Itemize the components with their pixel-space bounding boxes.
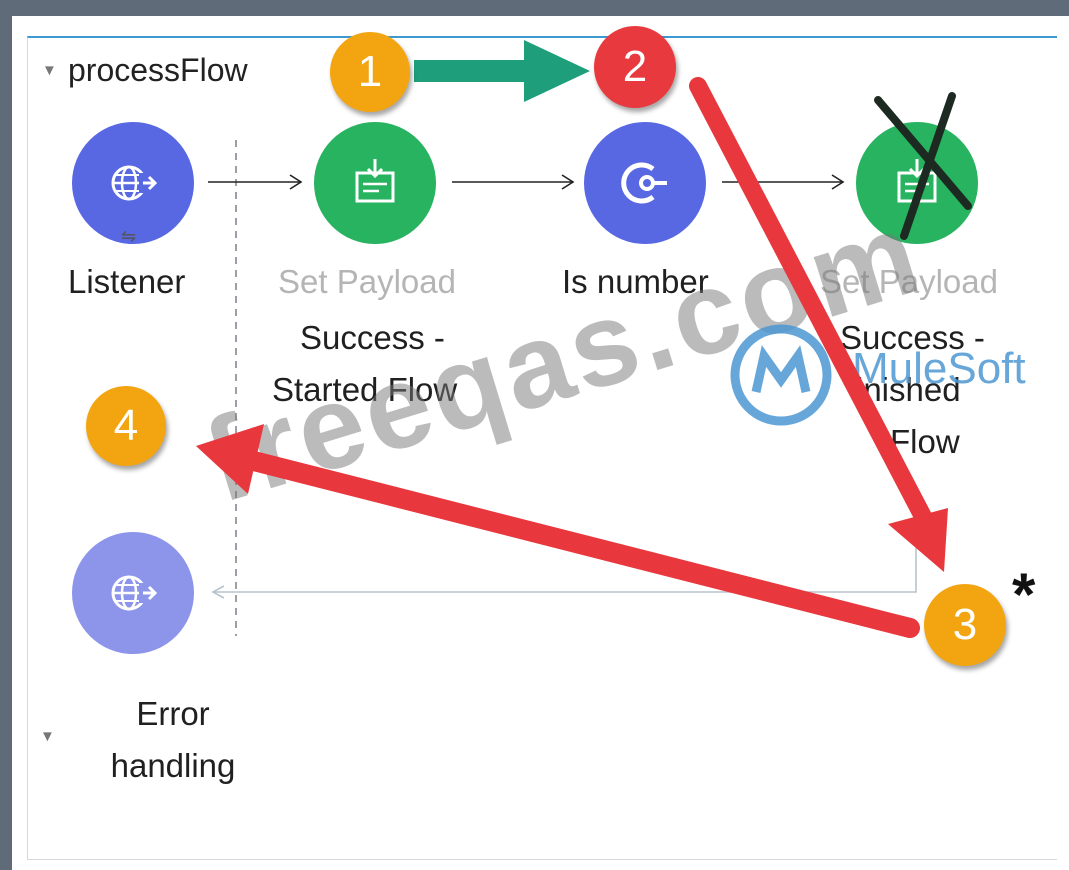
set-payload-icon (355, 159, 395, 203)
mulesoft-brand-text: MuleSoft (852, 344, 1026, 393)
step-badge-4: 4 (86, 386, 166, 466)
globe-listener-icon (111, 165, 159, 201)
flow-title: processFlow (68, 52, 248, 88)
error-collapse-caret-icon[interactable]: ▼ (40, 728, 55, 745)
error-handling-text: Error handling (110, 695, 236, 784)
validation-icon (621, 162, 667, 204)
step-badge-1: 1 (330, 32, 410, 112)
collapse-caret-icon[interactable]: ▼ (42, 62, 57, 79)
globe-listener-icon (111, 575, 159, 611)
sync-icon: ⇋ (121, 226, 137, 246)
set-payload-started-type: Set Payload (278, 263, 456, 300)
set-payload-started-node[interactable] (314, 122, 436, 244)
is-number-node[interactable] (584, 122, 706, 244)
error-listener-node[interactable] (72, 532, 194, 654)
step-badge-2: 2 (594, 26, 676, 108)
listener-label: Listener (68, 263, 186, 300)
mulesoft-logo-icon (730, 324, 832, 426)
asterisk-mark: * (1012, 561, 1036, 628)
set-payload-finished-line3: Flow (890, 423, 960, 460)
step-badge-3: 3 (924, 584, 1006, 666)
error-handling-label: Error handling (100, 688, 246, 792)
